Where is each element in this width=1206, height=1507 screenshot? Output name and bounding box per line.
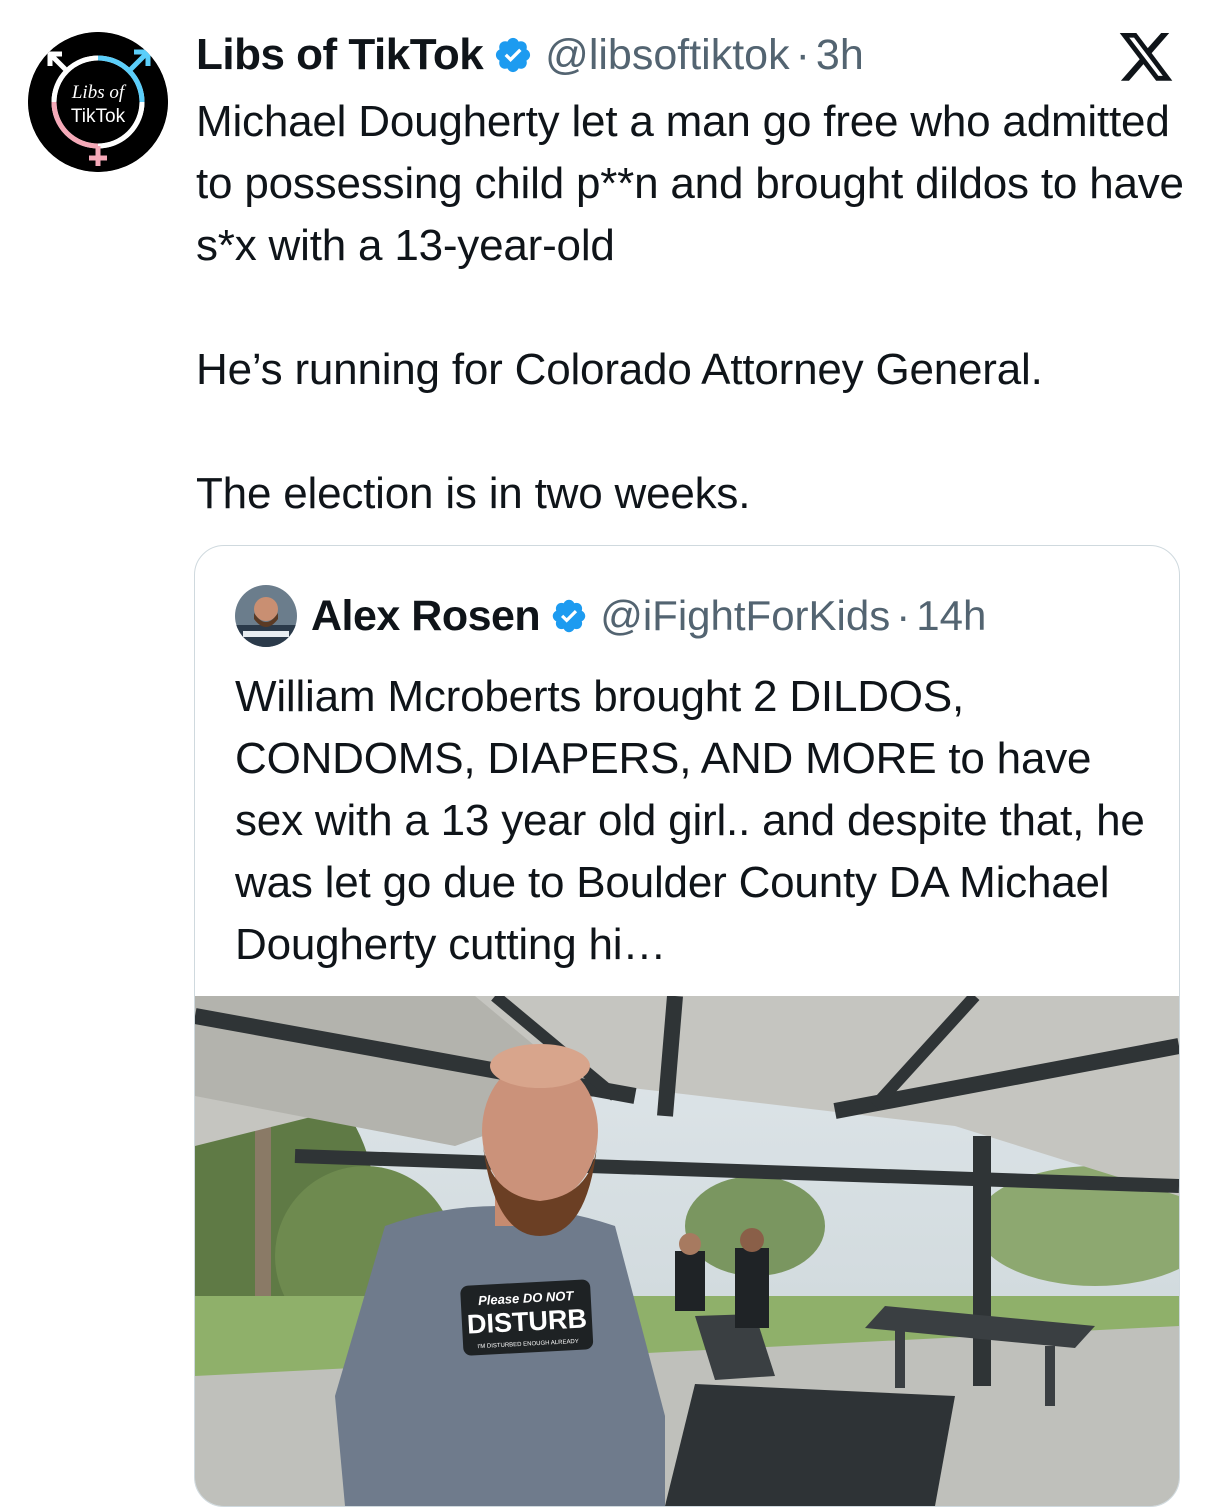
quoted-author-name[interactable]: Alex Rosen [311, 592, 541, 641]
tweet-paragraph: Michael Dougherty let a man go free who … [196, 97, 1184, 270]
video-thumbnail-icon[interactable]: Please DO NOT DISTURB I'M DISTURBED ENOU… [195, 991, 1179, 1506]
logo-text-line1: Libs of [71, 82, 127, 103]
gender-symbols-logo-icon: Libs of TikTok [28, 32, 168, 172]
author-avatar[interactable]: Libs of TikTok [28, 32, 168, 172]
quoted-tweet-header: Alex Rosen @iFightForKids · 14h [235, 584, 986, 648]
author-name[interactable]: Libs of TikTok [196, 30, 484, 80]
quoted-tweet-card[interactable]: Alex Rosen @iFightForKids · 14h William … [194, 545, 1180, 1507]
quoted-author-avatar[interactable] [235, 585, 297, 647]
quoted-tweet-text: William Mcroberts brought 2 DILDOS, COND… [235, 672, 1145, 969]
quoted-author-handle[interactable]: @iFightForKids [600, 592, 890, 640]
author-handle[interactable]: @libsoftiktok [545, 31, 789, 80]
verified-badge-icon[interactable] [493, 35, 533, 75]
separator-dot: · [896, 592, 911, 639]
shirt-text-line2: DISTURB [466, 1303, 587, 1339]
quoted-tweet-time[interactable]: 14h [916, 592, 986, 640]
x-logo-icon[interactable] [1119, 33, 1175, 83]
tweet-paragraph: The election is in two weeks. [196, 469, 751, 518]
tweet-paragraph: He’s running for Colorado Attorney Gener… [196, 345, 1043, 394]
tweet-text: Michael Dougherty let a man go free who … [196, 91, 1186, 525]
separator-dot: · [795, 30, 810, 79]
logo-text-line2: TikTok [71, 106, 126, 127]
tweet-time[interactable]: 3h [816, 31, 864, 80]
verified-badge-icon[interactable] [550, 597, 588, 635]
tweet-header: Libs of TikTok @libsoftiktok · 3h [196, 26, 864, 84]
